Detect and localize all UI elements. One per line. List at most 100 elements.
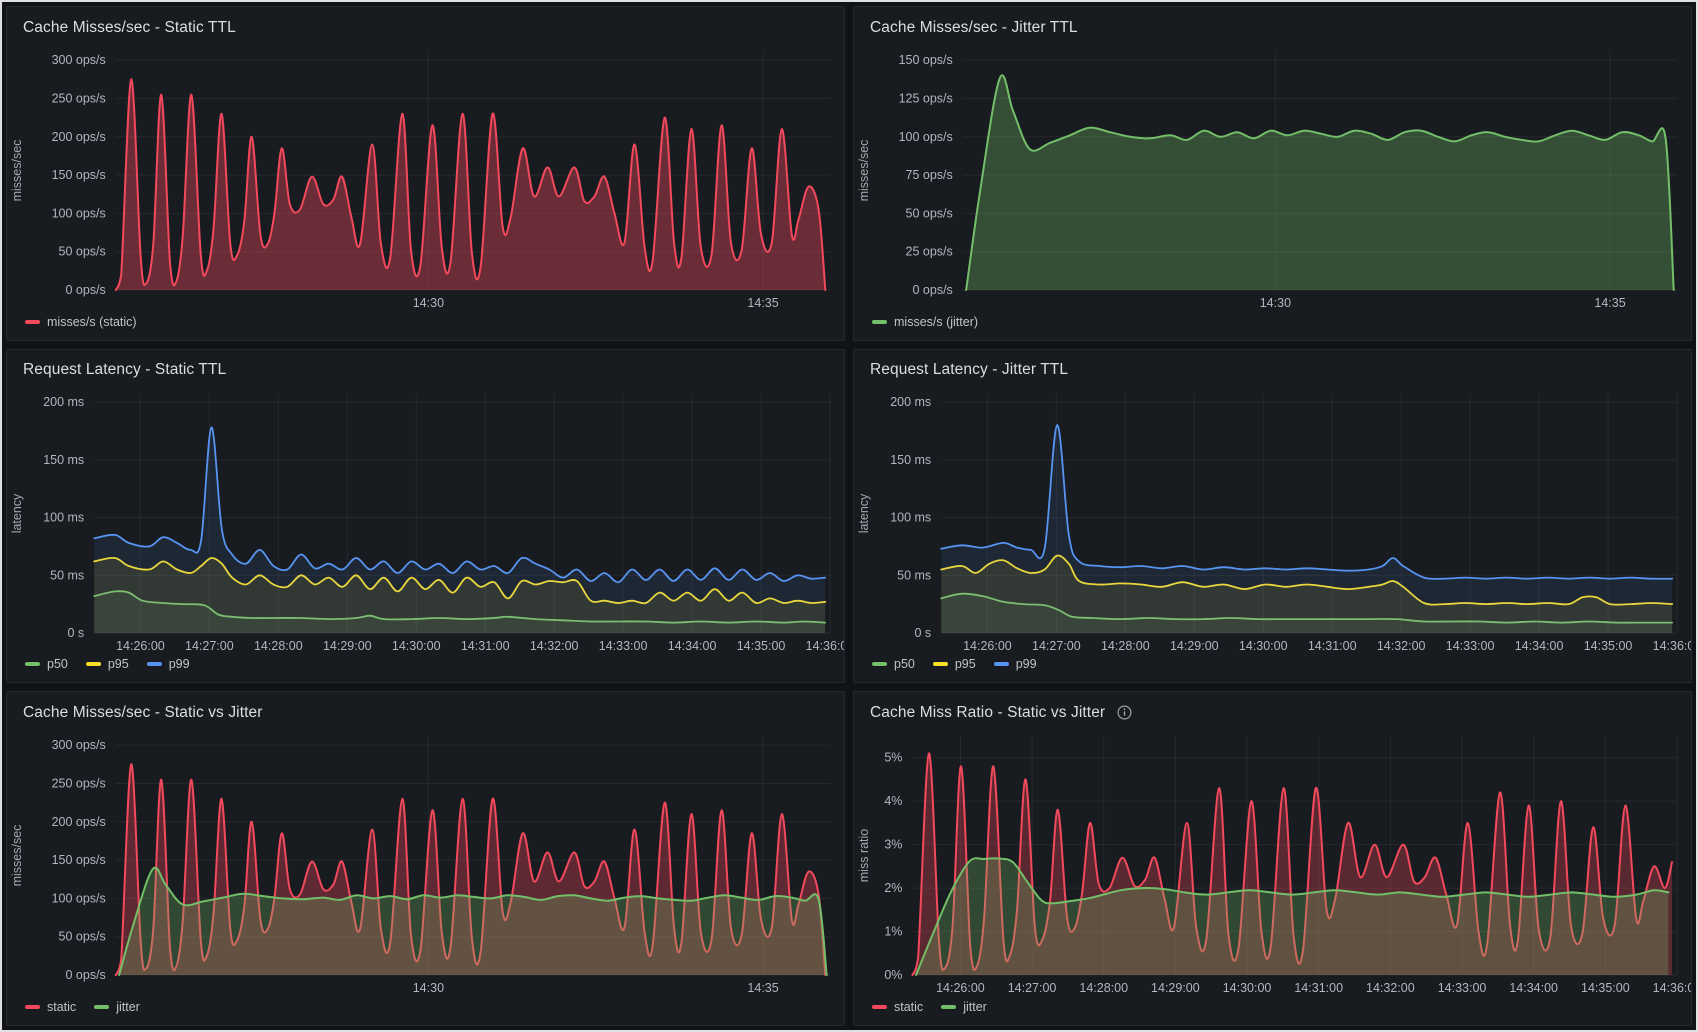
- x-tick-label: 14:33:00: [1446, 639, 1495, 653]
- x-tick-label: 14:35:00: [1584, 639, 1633, 653]
- legend-item-label: static: [894, 1000, 923, 1014]
- legend-swatch: [933, 662, 948, 666]
- panel-title: Request Latency - Static TTL: [23, 361, 226, 379]
- x-tick-label: 14:26:00: [936, 981, 985, 995]
- legend-item-label: p95: [955, 657, 976, 671]
- y-tick-label: 0 ops/s: [912, 283, 952, 297]
- legend-item-label: p50: [894, 657, 915, 671]
- legend: static jitter: [7, 997, 844, 1025]
- legend-item-label: p50: [47, 657, 68, 671]
- panel-header[interactable]: Request Latency - Static TTL: [7, 350, 844, 384]
- x-tick-label: 14:30: [1260, 296, 1291, 310]
- legend-item[interactable]: p95: [933, 657, 976, 671]
- y-axis-title: latency: [10, 493, 24, 533]
- legend-item[interactable]: p50: [872, 657, 915, 671]
- chart-cache-misses-jitter[interactable]: 0 ops/s 25 ops/s 50 ops/s 75 ops/s 100 ops/s…: [854, 41, 1691, 312]
- y-tick-label: 100 ms: [890, 510, 931, 524]
- legend-swatch: [94, 1005, 109, 1009]
- x-tick-label: 14:27:00: [185, 639, 234, 653]
- y-tick-label: 150 ops/s: [52, 168, 106, 182]
- x-tick-label: 14:28:00: [1079, 981, 1128, 995]
- panel-header[interactable]: Cache Misses/sec - Static TTL: [7, 7, 844, 41]
- legend: p50 p95 p99: [854, 654, 1691, 682]
- legend-item[interactable]: misses/s (jitter): [872, 315, 978, 329]
- y-axis-title: latency: [857, 493, 871, 533]
- legend-item-label: p99: [169, 657, 190, 671]
- legend-swatch: [872, 662, 887, 666]
- panel-title: Request Latency - Jitter TTL: [870, 361, 1068, 379]
- y-tick-label: 250 ops/s: [52, 91, 106, 105]
- y-tick-label: 50 ms: [50, 568, 84, 582]
- panel-header[interactable]: Cache Miss Ratio - Static vs Jitter: [854, 692, 1691, 726]
- x-tick-label: 14:35: [1594, 296, 1625, 310]
- legend-item[interactable]: jitter: [94, 1000, 140, 1014]
- panel-header[interactable]: Cache Misses/sec - Static vs Jitter: [7, 692, 844, 726]
- x-tick-label: 14:27:00: [1008, 981, 1057, 995]
- y-tick-label: 0 ops/s: [65, 968, 105, 982]
- legend-swatch: [25, 662, 40, 666]
- chart-miss-ratio-compare[interactable]: 0%1%2%3%4%5%14:26:0014:27:0014:28:0014:2…: [854, 726, 1691, 997]
- x-tick-label: 14:36:00: [806, 639, 844, 653]
- y-tick-label: 0%: [884, 968, 902, 982]
- legend: static jitter: [854, 997, 1691, 1025]
- chart-cache-misses-static[interactable]: 0 ops/s50 ops/s100 ops/s150 ops/s200 ops…: [7, 41, 844, 312]
- x-tick-label: 14:34:00: [1515, 639, 1564, 653]
- info-icon[interactable]: [1117, 705, 1132, 720]
- y-tick-label: 150 ops/s: [899, 53, 953, 67]
- panel-header[interactable]: Cache Misses/sec - Jitter TTL: [854, 7, 1691, 41]
- legend-swatch: [25, 320, 40, 324]
- legend: p50 p95 p99: [7, 654, 844, 682]
- x-tick-label: 14:35: [747, 296, 778, 310]
- legend-item-label: p99: [1016, 657, 1037, 671]
- x-tick-label: 14:34:00: [1509, 981, 1558, 995]
- legend-item[interactable]: p95: [86, 657, 129, 671]
- panel-latency-static: Request Latency - Static TTL 0 s50 ms100…: [6, 349, 845, 684]
- y-tick-label: 50 ops/s: [906, 206, 953, 220]
- y-tick-label: 25 ops/s: [906, 245, 953, 259]
- legend-item[interactable]: p50: [25, 657, 68, 671]
- chart-latency-static[interactable]: 0 s50 ms100 ms150 ms200 ms14:26:0014:27:…: [7, 384, 844, 655]
- panel-misses-compare: Cache Misses/sec - Static vs Jitter 0 op…: [6, 691, 845, 1026]
- legend-item[interactable]: static: [25, 1000, 76, 1014]
- y-tick-label: 200 ops/s: [52, 130, 106, 144]
- x-tick-label: 14:31:00: [1308, 639, 1357, 653]
- y-axis-title: misses/sec: [857, 140, 871, 202]
- chart-misses-compare[interactable]: 0 ops/s50 ops/s100 ops/s150 ops/s200 ops…: [7, 726, 844, 997]
- legend-swatch: [941, 1005, 956, 1009]
- y-tick-label: 4%: [884, 795, 902, 809]
- x-tick-label: 14:36:00: [1653, 639, 1691, 653]
- panel-header[interactable]: Request Latency - Jitter TTL: [854, 350, 1691, 384]
- y-tick-label: 100 ops/s: [899, 130, 953, 144]
- legend-item[interactable]: p99: [994, 657, 1037, 671]
- panel-latency-jitter: Request Latency - Jitter TTL 0 s 50 ms 100…: [853, 349, 1692, 684]
- y-tick-label: 100 ops/s: [52, 892, 106, 906]
- y-tick-label: 75 ops/s: [906, 168, 953, 182]
- legend-item[interactable]: jitter: [941, 1000, 987, 1014]
- x-tick-label: 14:35: [747, 981, 778, 995]
- legend-item-label: jitter: [116, 1000, 140, 1014]
- chart-latency-jitter[interactable]: 0 s50 ms100 ms150 ms200 ms14:26:0014:27:…: [854, 384, 1691, 655]
- y-axis-title: miss ratio: [857, 829, 871, 883]
- y-tick-label: 200 ms: [890, 395, 931, 409]
- legend-item[interactable]: p99: [147, 657, 190, 671]
- y-tick-label: 0 s: [68, 626, 85, 640]
- x-tick-label: 14:30: [413, 296, 444, 310]
- y-tick-label: 50 ms: [897, 568, 931, 582]
- y-tick-label: 150 ops/s: [52, 853, 106, 867]
- y-tick-label: 0 s: [915, 626, 932, 640]
- panel-cache-misses-static: Cache Misses/sec - Static TTL 0 ops/s50 …: [6, 6, 845, 341]
- y-tick-label: 150 ms: [43, 452, 84, 466]
- x-tick-label: 14:30:00: [1239, 639, 1288, 653]
- y-tick-label: 300 ops/s: [52, 739, 106, 753]
- panel-title: Cache Misses/sec - Static TTL: [23, 19, 236, 37]
- y-tick-label: 50 ops/s: [59, 930, 106, 944]
- x-tick-label: 14:32:00: [1366, 981, 1415, 995]
- x-tick-label: 14:30:00: [392, 639, 441, 653]
- legend-item[interactable]: static: [872, 1000, 923, 1014]
- legend-item[interactable]: misses/s (static): [25, 315, 137, 329]
- y-tick-label: 0 ops/s: [65, 283, 105, 297]
- x-tick-label: 14:26:00: [963, 639, 1012, 653]
- legend-swatch: [872, 320, 887, 324]
- series-area-misses-s-jitter-: [966, 75, 1674, 290]
- y-tick-label: 3%: [884, 838, 902, 852]
